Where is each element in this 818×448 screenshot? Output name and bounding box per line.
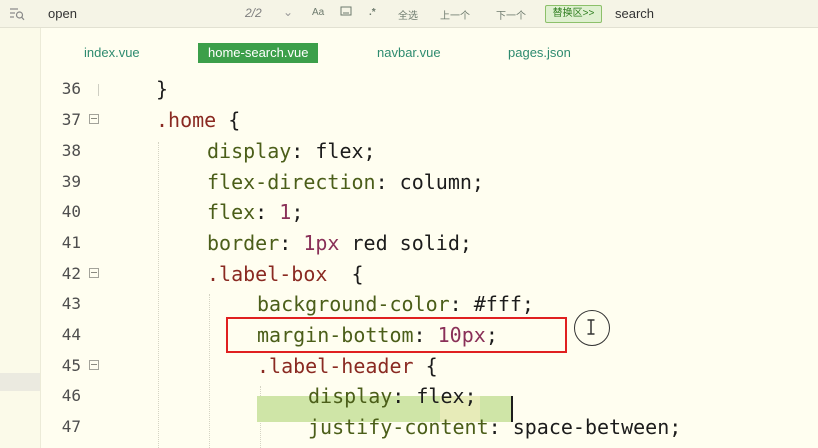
line-number: 38: [61, 141, 81, 160]
css-value: : column;: [375, 170, 484, 194]
code-line: 47 justify-content: space-between;: [41, 412, 818, 442]
css-value: : flex;: [392, 384, 477, 408]
code-line: 42 .label-box {: [41, 259, 818, 289]
line-number: 42: [61, 264, 81, 283]
code-text: :: [279, 231, 304, 255]
css-number: 1: [279, 200, 292, 224]
code-text: {: [413, 354, 438, 378]
code-line: 39 flex-direction: column;: [41, 167, 818, 197]
code-line: 36 }: [41, 74, 818, 104]
tab-index-vue[interactable]: index.vue: [84, 43, 140, 63]
line-number: 41: [61, 233, 81, 252]
css-property: display: [207, 139, 292, 163]
css-value: : #fff;: [449, 292, 534, 316]
fold-toggle-icon[interactable]: [89, 114, 99, 124]
match-case-toggle[interactable]: Aa: [312, 7, 324, 18]
fold-toggle-icon[interactable]: [89, 268, 99, 278]
find-bar: open 2/2 ⌄ Aa .* 全选 上一个 下一个 替换区>> search: [0, 0, 818, 28]
code-text: {: [216, 108, 241, 132]
fold-toggle-icon[interactable]: [89, 360, 99, 370]
tab-pages-json[interactable]: pages.json: [508, 43, 571, 63]
code-text: }: [156, 77, 169, 101]
tab-home-search-vue[interactable]: home-search.vue: [198, 43, 319, 63]
css-property: border: [207, 231, 280, 255]
line-number: 47: [61, 417, 81, 436]
css-property: justify-content: [308, 415, 489, 439]
line-number: 43: [61, 294, 81, 313]
tab-navbar-vue[interactable]: navbar.vue: [377, 43, 441, 63]
prev-match-button[interactable]: 上一个: [440, 7, 470, 22]
code-editor[interactable]: 36 } 37 .home { 38 display: flex; 39 fle…: [41, 74, 818, 448]
tab-bar: index.vue home-search.vue navbar.vue pag…: [41, 28, 818, 74]
line-number: 36: [61, 79, 81, 98]
select-all-button[interactable]: 全选: [398, 7, 418, 22]
code-line: 45 .label-header {: [41, 351, 818, 381]
regex-toggle[interactable]: .*: [369, 7, 376, 18]
line-number: 45: [61, 356, 81, 375]
code-line: 46 display: flex;: [41, 381, 818, 411]
css-number: 1px: [303, 231, 340, 255]
chevron-down-icon[interactable]: ⌄: [283, 5, 293, 19]
search-input[interactable]: open: [48, 6, 77, 21]
replace-input[interactable]: search: [615, 6, 654, 21]
side-panel-strip: [0, 28, 41, 448]
code-text: ;: [291, 200, 304, 224]
line-number: 37: [61, 110, 81, 129]
next-match-button[interactable]: 下一个: [496, 7, 526, 22]
css-value: red solid;: [339, 231, 472, 255]
whole-word-icon[interactable]: [340, 5, 352, 20]
css-property: display: [308, 384, 393, 408]
css-value: : flex;: [291, 139, 376, 163]
replace-toggle-button[interactable]: 替换区>>: [545, 5, 602, 23]
css-property: background-color: [257, 292, 450, 316]
text-cursor-icon: [574, 310, 610, 346]
line-number: 44: [61, 325, 81, 344]
css-value: : space-between;: [488, 415, 682, 439]
find-icon[interactable]: [9, 7, 25, 21]
annotation-highlight-box: [226, 317, 567, 353]
code-text: {: [327, 262, 364, 286]
code-text: :: [255, 200, 280, 224]
css-selector: .home: [156, 108, 217, 132]
line-number: 40: [61, 202, 81, 221]
side-panel-highlight: [0, 373, 40, 391]
line-number: 46: [61, 386, 81, 405]
code-line: 40 flex: 1;: [41, 197, 818, 227]
line-number: 39: [61, 172, 81, 191]
css-selector: .label-header: [257, 354, 414, 378]
code-line: 37 .home {: [41, 105, 818, 135]
css-property: flex-direction: [207, 170, 376, 194]
match-count: 2/2: [245, 6, 262, 20]
css-selector: .label-box: [207, 262, 328, 286]
css-property: flex: [207, 200, 256, 224]
code-line: 43 background-color: #fff;: [41, 289, 818, 319]
code-line: 38 display: flex;: [41, 136, 818, 166]
code-line: 41 border: 1px red solid;: [41, 228, 818, 258]
